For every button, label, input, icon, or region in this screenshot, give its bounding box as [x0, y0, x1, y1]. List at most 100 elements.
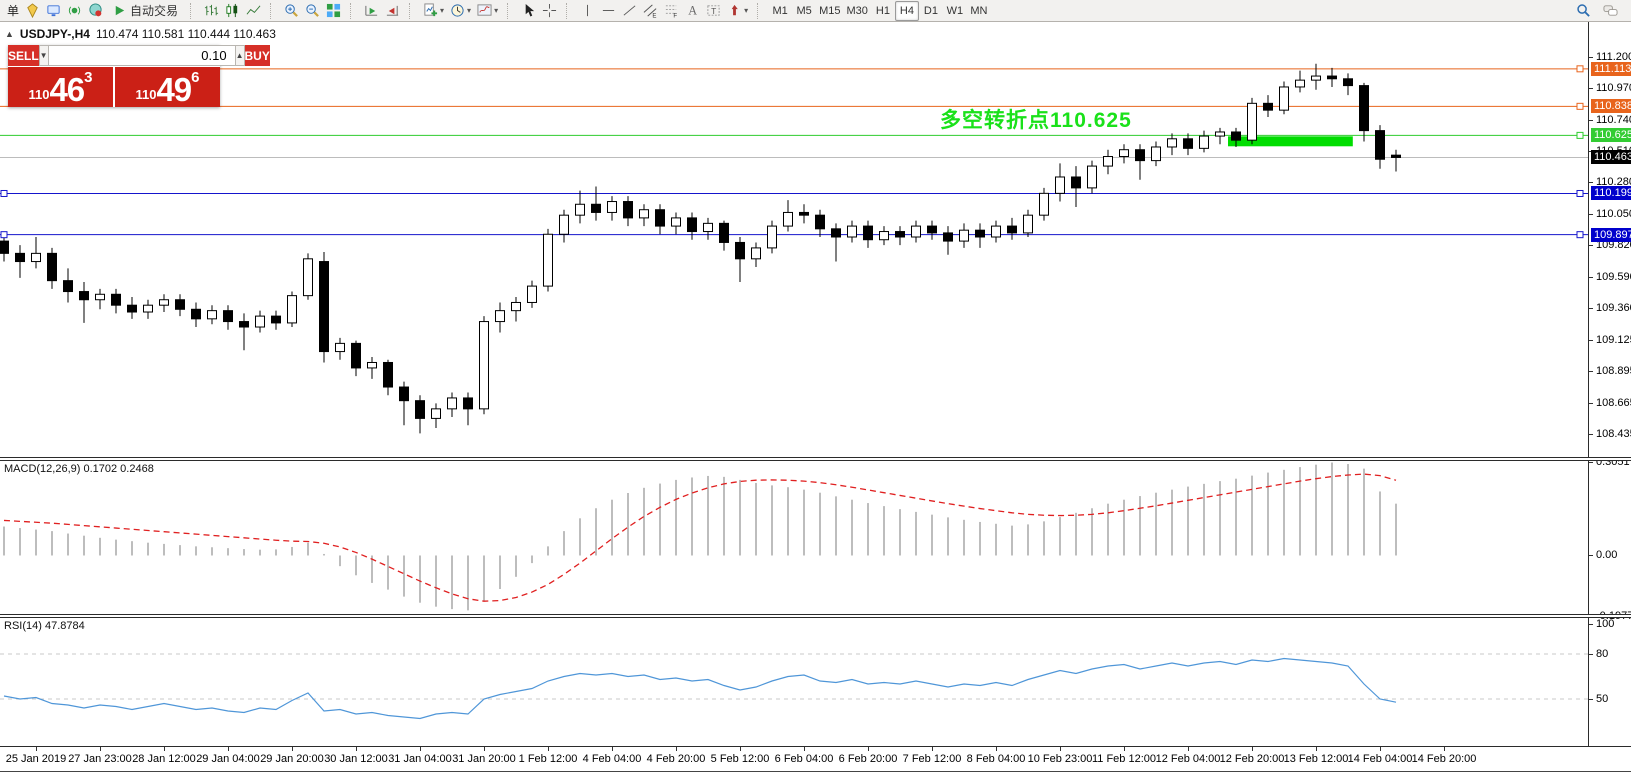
time-axis[interactable]: 25 Jan 201927 Jan 23:0028 Jan 12:0029 Ja… — [0, 747, 1631, 772]
candle — [784, 200, 793, 231]
channel-icon[interactable]: E — [640, 1, 661, 21]
line-handle[interactable] — [1577, 132, 1583, 138]
cursor-icon[interactable] — [518, 1, 539, 21]
candle — [736, 237, 745, 282]
collapse-triangle-icon[interactable]: ▲ — [5, 29, 14, 39]
rsi-line — [4, 659, 1396, 719]
time-axis-border — [0, 746, 1631, 747]
candle — [1376, 125, 1385, 169]
time-tick — [292, 747, 293, 751]
text-icon[interactable]: A — [682, 1, 703, 21]
timeframe-button-mn[interactable]: MN — [967, 1, 991, 21]
turning-point-annotation[interactable]: 多空转折点110.625 — [940, 104, 1132, 134]
time-tick-label: 12 Feb 04:00 — [1156, 753, 1221, 765]
toolbar-separator — [350, 3, 356, 19]
chat-icon — [1603, 3, 1618, 18]
new-order-icon[interactable] — [22, 1, 43, 21]
candle — [80, 282, 89, 323]
arrows-icon[interactable]: ▾ — [724, 1, 751, 21]
time-tick — [228, 747, 229, 751]
volume-increase-button[interactable]: ▲ — [235, 45, 245, 66]
axis-tick-label: 110.740 — [1596, 114, 1631, 126]
toolbar-right-group — [1573, 1, 1629, 21]
time-tick-label: 29 Jan 04:00 — [196, 753, 260, 765]
line-handle[interactable] — [1577, 232, 1583, 238]
crosshair-icon[interactable] — [539, 1, 560, 21]
price-axis[interactable]: 111.200110.970110.740110.510110.280110.0… — [1589, 22, 1631, 746]
profiles-icon[interactable]: ▾ — [447, 1, 474, 21]
signals-icon — [67, 3, 82, 18]
timeframe-button-m30[interactable]: M30 — [844, 1, 871, 21]
bar-chart-icon[interactable] — [201, 1, 222, 21]
market-icon[interactable] — [85, 1, 106, 21]
autotrade-button[interactable]: 自动交易 — [106, 1, 184, 21]
buy-price[interactable]: 110 49 6 — [115, 67, 220, 107]
templates-icon[interactable]: ▾ — [474, 1, 501, 21]
timeframe-button-h1[interactable]: H1 — [871, 1, 895, 21]
timeframe-button-w1[interactable]: W1 — [943, 1, 967, 21]
candle — [528, 281, 537, 308]
fibonacci-icon: F — [664, 3, 679, 18]
line-handle[interactable] — [1577, 190, 1583, 196]
line-chart-icon[interactable] — [243, 1, 264, 21]
candlestick-icon[interactable] — [222, 1, 243, 21]
line-handle[interactable] — [1577, 66, 1583, 72]
axis-tick-label: 109.125 — [1596, 334, 1631, 346]
line-handle[interactable] — [1, 190, 7, 196]
toolbar-separator — [566, 3, 572, 19]
volume-decrease-button[interactable]: ▼ — [39, 45, 49, 66]
trading-platform-window: 单自动交易▾▾▾EFAT▾M1M5M15M30H1H4D1W1MN ▲ USDJ… — [0, 0, 1631, 772]
candle — [272, 311, 281, 330]
zoom-out-icon[interactable] — [302, 1, 323, 21]
auto-scroll-icon[interactable] — [361, 1, 382, 21]
time-tick — [1252, 747, 1253, 751]
timeframe-button-m5[interactable]: M5 — [792, 1, 816, 21]
tile-windows-icon[interactable] — [323, 1, 344, 21]
candle — [1152, 142, 1161, 167]
trendline-icon[interactable] — [619, 1, 640, 21]
terminal-icon[interactable] — [43, 1, 64, 21]
time-tick — [868, 747, 869, 751]
candle — [592, 187, 601, 221]
support-zone-rectangle[interactable] — [1228, 136, 1353, 146]
candle — [144, 300, 153, 319]
buy-price-main: 49 — [156, 75, 191, 105]
candle — [320, 252, 329, 362]
chat-icon[interactable] — [1600, 1, 1621, 21]
line-handle[interactable] — [1, 232, 7, 238]
search-icon[interactable] — [1573, 1, 1594, 21]
sell-button[interactable]: SELL — [8, 45, 39, 66]
zoom-in-icon[interactable] — [281, 1, 302, 21]
candle — [608, 196, 617, 221]
fibonacci-icon[interactable]: F — [661, 1, 682, 21]
text-label-icon[interactable]: T — [703, 1, 724, 21]
timeframe-button-h4[interactable]: H4 — [895, 1, 919, 21]
candle — [1216, 128, 1225, 144]
timeframe-button-m1[interactable]: M1 — [768, 1, 792, 21]
timeframe-button-m15[interactable]: M15 — [816, 1, 843, 21]
sell-price[interactable]: 110 46 3 — [8, 67, 113, 107]
timeframe-button-d1[interactable]: D1 — [919, 1, 943, 21]
new-chart-icon[interactable]: ▾ — [420, 1, 447, 21]
time-tick — [548, 747, 549, 751]
pane-separator[interactable] — [0, 457, 1631, 461]
line-handle[interactable] — [1577, 103, 1583, 109]
horizontal-line-icon[interactable] — [598, 1, 619, 21]
one-click-trading-panel: SELL ▼ ▲ BUY 110 46 3 110 49 6 — [8, 45, 220, 107]
new-chart-icon — [423, 3, 438, 18]
axis-tick — [1589, 340, 1593, 341]
axis-tick — [1589, 371, 1593, 372]
time-tick-label: 27 Jan 23:00 — [68, 753, 132, 765]
tile-windows-icon — [326, 3, 341, 18]
volume-input[interactable] — [49, 45, 235, 66]
candle — [208, 305, 217, 324]
candle — [160, 294, 169, 312]
buy-price-pip: 6 — [191, 69, 199, 86]
signals-icon[interactable] — [64, 1, 85, 21]
pane-separator[interactable] — [0, 614, 1631, 618]
chart-shift-icon[interactable] — [382, 1, 403, 21]
buy-button[interactable]: BUY — [245, 45, 270, 66]
vertical-line-icon[interactable] — [577, 1, 598, 21]
profiles-icon — [450, 3, 465, 18]
candle — [1328, 68, 1337, 87]
